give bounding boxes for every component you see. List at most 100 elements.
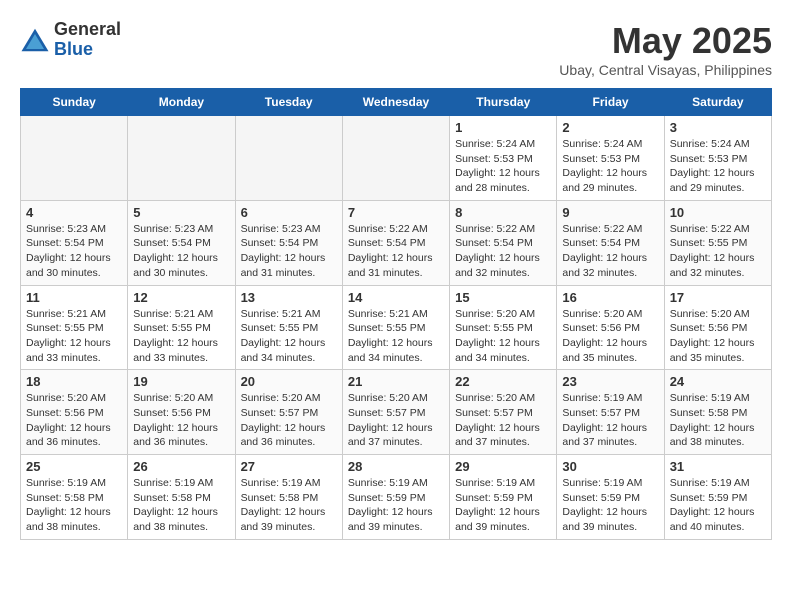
logo-blue-text: Blue <box>54 40 121 60</box>
calendar-cell: 8Sunrise: 5:22 AM Sunset: 5:54 PM Daylig… <box>450 200 557 285</box>
day-header-monday: Monday <box>128 89 235 116</box>
logo-general: General <box>54 20 121 40</box>
calendar-cell: 2 Sunrise: 5:24 AM Sunset: 5:53 PM Daylig… <box>557 116 664 201</box>
calendar-week-1: 1 Sunrise: 5:24 AM Sunset: 5:53 PM Daylig… <box>21 116 772 201</box>
day-number: 18 <box>26 374 122 389</box>
calendar-cell <box>128 116 235 201</box>
calendar-cell: 24Sunrise: 5:19 AM Sunset: 5:58 PM Dayli… <box>664 370 771 455</box>
cell-info: Sunrise: 5:22 AM Sunset: 5:54 PM Dayligh… <box>348 222 444 281</box>
calendar-cell: 28 Sunrise: 5:19 AM Sunset: 5:59 PM Dayli… <box>342 455 449 540</box>
day-header-sunday: Sunday <box>21 89 128 116</box>
cell-info: Sunrise: 5:23 AM Sunset: 5:54 PM Dayligh… <box>26 222 122 281</box>
day-number: 29 <box>455 459 551 474</box>
cell-info: Sunrise: 5:21 AM Sunset: 5:55 PM Dayligh… <box>348 307 444 366</box>
cell-info: Sunrise: 5:22 AM Sunset: 5:55 PM Dayligh… <box>670 222 766 281</box>
day-header-friday: Friday <box>557 89 664 116</box>
day-header-saturday: Saturday <box>664 89 771 116</box>
calendar-cell: 17 Sunrise: 5:20 AM Sunset: 5:56 PM Dayli… <box>664 285 771 370</box>
cell-info: Sunrise: 5:20 AM Sunset: 5:57 PM Dayligh… <box>348 391 444 450</box>
calendar-cell: 20 Sunrise: 5:20 AM Sunset: 5:57 PM Dayli… <box>235 370 342 455</box>
day-number: 10 <box>670 205 766 220</box>
cell-info: Sunrise: 5:21 AM Sunset: 5:55 PM Dayligh… <box>26 307 122 366</box>
calendar-cell: 1 Sunrise: 5:24 AM Sunset: 5:53 PM Daylig… <box>450 116 557 201</box>
day-number: 17 <box>670 290 766 305</box>
cell-info: Sunrise: 5:19 AM Sunset: 5:58 PM Dayligh… <box>670 391 766 450</box>
day-number: 26 <box>133 459 229 474</box>
calendar-cell: 6 Sunrise: 5:23 AM Sunset: 5:54 PM Daylig… <box>235 200 342 285</box>
calendar-cell: 12Sunrise: 5:21 AM Sunset: 5:55 PM Dayli… <box>128 285 235 370</box>
logo: General Blue <box>20 20 121 60</box>
day-number: 11 <box>26 290 122 305</box>
day-number: 25 <box>26 459 122 474</box>
calendar-cell: 22 Sunrise: 5:20 AM Sunset: 5:57 PM Dayli… <box>450 370 557 455</box>
calendar-cell: 9 Sunrise: 5:22 AM Sunset: 5:54 PM Daylig… <box>557 200 664 285</box>
cell-info: Sunrise: 5:24 AM Sunset: 5:53 PM Dayligh… <box>670 137 766 196</box>
day-number: 3 <box>670 120 766 135</box>
cell-info: Sunrise: 5:23 AM Sunset: 5:54 PM Dayligh… <box>241 222 337 281</box>
day-number: 23 <box>562 374 658 389</box>
day-number: 9 <box>562 205 658 220</box>
day-number: 31 <box>670 459 766 474</box>
cell-info: Sunrise: 5:22 AM Sunset: 5:54 PM Dayligh… <box>562 222 658 281</box>
calendar-cell <box>21 116 128 201</box>
cell-info: Sunrise: 5:19 AM Sunset: 5:59 PM Dayligh… <box>670 476 766 535</box>
page-header: General Blue May 2025 Ubay, Central Visa… <box>20 20 772 78</box>
cell-info: Sunrise: 5:19 AM Sunset: 5:58 PM Dayligh… <box>241 476 337 535</box>
cell-info: Sunrise: 5:20 AM Sunset: 5:57 PM Dayligh… <box>241 391 337 450</box>
calendar-cell: 31 Sunrise: 5:19 AM Sunset: 5:59 PM Dayli… <box>664 455 771 540</box>
calendar-week-5: 25 Sunrise: 5:19 AM Sunset: 5:58 PM Dayli… <box>21 455 772 540</box>
cell-info: Sunrise: 5:19 AM Sunset: 5:57 PM Dayligh… <box>562 391 658 450</box>
calendar-cell: 19Sunrise: 5:20 AM Sunset: 5:56 PM Dayli… <box>128 370 235 455</box>
calendar-cell <box>342 116 449 201</box>
calendar-cell: 27 Sunrise: 5:19 AM Sunset: 5:58 PM Dayli… <box>235 455 342 540</box>
cell-info: Sunrise: 5:20 AM Sunset: 5:56 PM Dayligh… <box>562 307 658 366</box>
calendar-cell: 13Sunrise: 5:21 AM Sunset: 5:55 PM Dayli… <box>235 285 342 370</box>
calendar-cell: 7Sunrise: 5:22 AM Sunset: 5:54 PM Daylig… <box>342 200 449 285</box>
calendar-cell: 15 Sunrise: 5:20 AM Sunset: 5:55 PM Dayli… <box>450 285 557 370</box>
day-number: 6 <box>241 205 337 220</box>
logo-icon <box>20 25 50 55</box>
calendar-cell: 21 Sunrise: 5:20 AM Sunset: 5:57 PM Dayli… <box>342 370 449 455</box>
day-number: 28 <box>348 459 444 474</box>
day-headers-row: SundayMondayTuesdayWednesdayThursdayFrid… <box>21 89 772 116</box>
calendar-cell: 26Sunrise: 5:19 AM Sunset: 5:58 PM Dayli… <box>128 455 235 540</box>
cell-info: Sunrise: 5:19 AM Sunset: 5:59 PM Dayligh… <box>562 476 658 535</box>
day-header-thursday: Thursday <box>450 89 557 116</box>
cell-info: Sunrise: 5:20 AM Sunset: 5:55 PM Dayligh… <box>455 307 551 366</box>
cell-info: Sunrise: 5:24 AM Sunset: 5:53 PM Dayligh… <box>562 137 658 196</box>
day-number: 4 <box>26 205 122 220</box>
calendar-week-4: 18Sunrise: 5:20 AM Sunset: 5:56 PM Dayli… <box>21 370 772 455</box>
day-number: 12 <box>133 290 229 305</box>
day-header-wednesday: Wednesday <box>342 89 449 116</box>
cell-info: Sunrise: 5:21 AM Sunset: 5:55 PM Dayligh… <box>241 307 337 366</box>
calendar-cell: 14Sunrise: 5:21 AM Sunset: 5:55 PM Dayli… <box>342 285 449 370</box>
day-number: 20 <box>241 374 337 389</box>
day-number: 5 <box>133 205 229 220</box>
day-number: 16 <box>562 290 658 305</box>
day-number: 21 <box>348 374 444 389</box>
calendar-cell <box>235 116 342 201</box>
day-number: 27 <box>241 459 337 474</box>
day-number: 2 <box>562 120 658 135</box>
cell-info: Sunrise: 5:20 AM Sunset: 5:57 PM Dayligh… <box>455 391 551 450</box>
day-number: 15 <box>455 290 551 305</box>
day-header-tuesday: Tuesday <box>235 89 342 116</box>
location-subtitle: Ubay, Central Visayas, Philippines <box>559 62 772 78</box>
month-year-title: May 2025 <box>559 20 772 62</box>
day-number: 30 <box>562 459 658 474</box>
calendar-cell: 16 Sunrise: 5:20 AM Sunset: 5:56 PM Dayli… <box>557 285 664 370</box>
cell-info: Sunrise: 5:24 AM Sunset: 5:53 PM Dayligh… <box>455 137 551 196</box>
cell-info: Sunrise: 5:20 AM Sunset: 5:56 PM Dayligh… <box>670 307 766 366</box>
logo-text: General Blue <box>54 20 121 60</box>
day-number: 8 <box>455 205 551 220</box>
cell-info: Sunrise: 5:19 AM Sunset: 5:59 PM Dayligh… <box>348 476 444 535</box>
day-number: 22 <box>455 374 551 389</box>
day-number: 1 <box>455 120 551 135</box>
calendar-week-3: 11 Sunrise: 5:21 AM Sunset: 5:55 PM Dayli… <box>21 285 772 370</box>
calendar-cell: 29Sunrise: 5:19 AM Sunset: 5:59 PM Dayli… <box>450 455 557 540</box>
title-block: May 2025 Ubay, Central Visayas, Philippi… <box>559 20 772 78</box>
calendar-cell: 18Sunrise: 5:20 AM Sunset: 5:56 PM Dayli… <box>21 370 128 455</box>
calendar-cell: 11 Sunrise: 5:21 AM Sunset: 5:55 PM Dayli… <box>21 285 128 370</box>
calendar-cell: 4 Sunrise: 5:23 AM Sunset: 5:54 PM Daylig… <box>21 200 128 285</box>
calendar-week-2: 4 Sunrise: 5:23 AM Sunset: 5:54 PM Daylig… <box>21 200 772 285</box>
